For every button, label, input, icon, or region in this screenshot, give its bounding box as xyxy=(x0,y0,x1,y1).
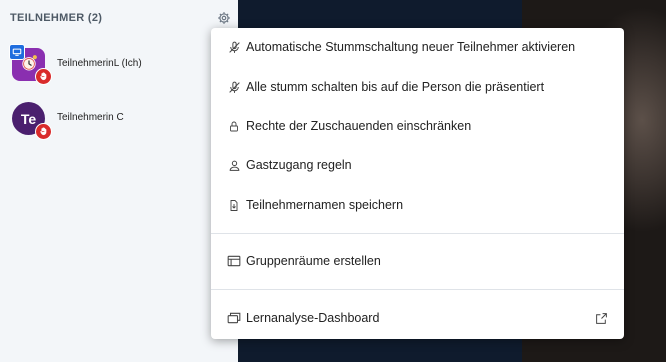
mic-muted-icon xyxy=(227,40,241,54)
raised-hand-icon xyxy=(35,68,52,85)
menu-item-breakout-rooms[interactable]: Gruppenräume erstellen xyxy=(211,244,624,278)
participant-name: TeilnehmerinL (Ich) xyxy=(57,58,142,69)
sidebar-header: TEILNEHMER (2) xyxy=(10,11,228,25)
menu-item-auto-mute[interactable]: Automatische Stummschaltung neuer Teilne… xyxy=(211,30,624,64)
participant-name: Teilnehmerin C xyxy=(57,112,124,123)
menu-item-learning-dashboard[interactable]: Lernanalyse-Dashboard xyxy=(211,301,624,335)
menu-item-label: Lernanalyse-Dashboard xyxy=(246,311,380,325)
raised-hand-icon xyxy=(35,123,52,140)
menu-item-guest-access[interactable]: Gastzugang regeln xyxy=(211,148,624,182)
menu-item-label: Alle stumm schalten bis auf die Person d… xyxy=(246,80,545,94)
menu-item-label: Automatische Stummschaltung neuer Teilne… xyxy=(246,40,576,54)
user-icon xyxy=(227,158,241,172)
menu-item-restrict-viewers[interactable]: Rechte der Zuschauenden einschränken xyxy=(211,109,624,143)
menu-item-save-names[interactable]: Teilnehmernamen speichern xyxy=(211,188,624,222)
menu-divider xyxy=(211,233,624,234)
participant-item[interactable]: Te Teilnehmerin C xyxy=(0,98,238,140)
rooms-icon xyxy=(227,254,241,268)
menu-item-label: Gastzugang regeln xyxy=(246,158,352,172)
file-download-icon xyxy=(227,198,241,212)
menu-item-label: Teilnehmernamen speichern xyxy=(246,198,404,212)
participants-sidebar: TEILNEHMER (2) TeilnehmerinL (Ich) Te Te… xyxy=(0,0,238,362)
mic-muted-icon xyxy=(227,80,241,94)
presenter-icon xyxy=(9,44,25,60)
dashboard-icon xyxy=(227,311,241,325)
participant-item[interactable]: TeilnehmerinL (Ich) xyxy=(0,44,238,85)
external-link-icon xyxy=(595,312,608,325)
menu-divider xyxy=(211,289,624,290)
lock-icon xyxy=(227,119,241,133)
menu-item-label: Rechte der Zuschauenden einschränken xyxy=(246,119,472,133)
gear-icon[interactable] xyxy=(215,9,233,27)
participants-title: TEILNEHMER (2) xyxy=(10,12,103,24)
menu-item-mute-all[interactable]: Alle stumm schalten bis auf die Person d… xyxy=(211,70,624,104)
participant-settings-menu: Automatische Stummschaltung neuer Teilne… xyxy=(211,28,624,339)
menu-item-label: Gruppenräume erstellen xyxy=(246,254,381,268)
avatar-initials: Te xyxy=(20,110,37,127)
